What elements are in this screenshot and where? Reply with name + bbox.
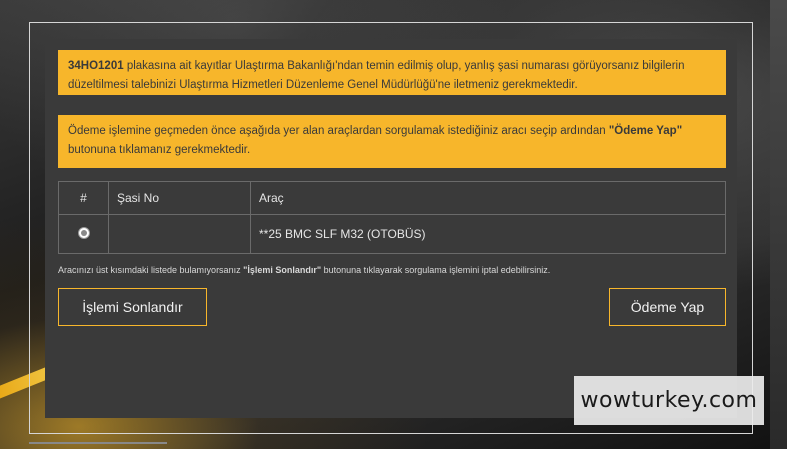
note-text-after: butonuna tıklayarak sorgulama işlemini i…	[321, 265, 551, 275]
header-chassis-no: Şasi No	[108, 181, 251, 215]
vehicle-select-radio[interactable]	[77, 226, 90, 239]
bottom-divider	[29, 442, 167, 444]
end-process-button[interactable]: İşlemi Sonlandır	[58, 288, 207, 326]
note-text-before: Aracınızı üst kısımdaki listede bulamıyo…	[58, 265, 244, 275]
header-hash: #	[58, 181, 109, 215]
watermark: wowturkey.com	[574, 376, 764, 425]
note-bold: "İşlemi Sonlandır"	[243, 265, 322, 275]
row-chassis-cell	[108, 214, 251, 254]
plate-alert-text: plakasına ait kayıtlar Ulaştırma Bakanlı…	[68, 60, 685, 91]
table-header-row: # Şasi No Araç	[58, 181, 726, 215]
vehicle-table: # Şasi No Araç **25 BMC SLF M32 (OTOBÜS)	[58, 181, 726, 254]
right-edge-bar	[770, 0, 787, 449]
header-vehicle: Araç	[250, 181, 726, 215]
query-panel: 34HO1201 plakasına ait kayıtlar Ulaştırm…	[45, 39, 737, 418]
payment-alert-text-before: Ödeme işlemine geçmeden önce aşağıda yer…	[68, 125, 609, 137]
cancel-hint-note: Aracınızı üst kısımdaki listede bulamıyo…	[58, 265, 550, 275]
plate-number: 34HO1201	[68, 60, 124, 72]
make-payment-button[interactable]: Ödeme Yap	[609, 288, 726, 326]
payment-info-alert: Ödeme işlemine geçmeden önce aşağıda yer…	[58, 115, 726, 168]
row-select-cell	[58, 214, 109, 254]
plate-info-alert: 34HO1201 plakasına ait kayıtlar Ulaştırm…	[58, 50, 726, 95]
payment-alert-text-after: butonuna tıklamanız gerekmektedir.	[68, 144, 251, 156]
row-vehicle-cell: **25 BMC SLF M32 (OTOBÜS)	[250, 214, 726, 254]
table-row[interactable]: **25 BMC SLF M32 (OTOBÜS)	[58, 214, 726, 254]
payment-alert-bold: "Ödeme Yap"	[608, 125, 683, 137]
